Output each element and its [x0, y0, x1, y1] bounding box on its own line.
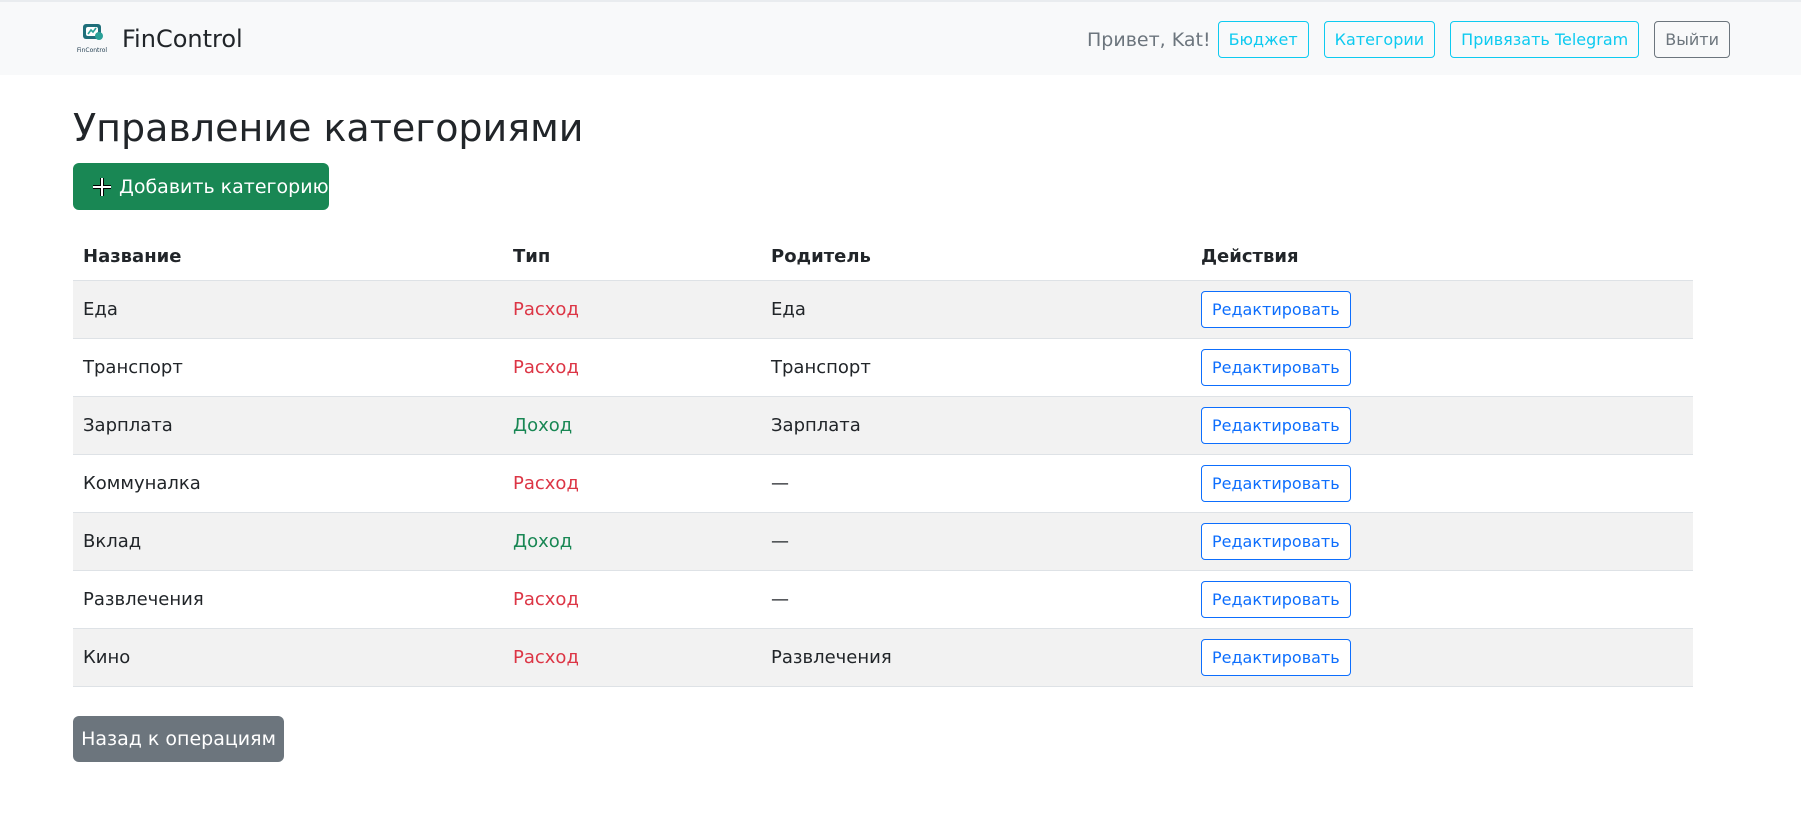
category-type: Доход: [503, 512, 761, 571]
table-header-row: Название Тип Родитель Действия: [73, 232, 1693, 281]
category-parent: Развлечения: [761, 628, 1191, 687]
table-row: Вклад Доход — Редактировать: [73, 512, 1693, 571]
category-actions: Редактировать: [1191, 338, 1693, 397]
table-row: Еда Расход Еда Редактировать: [73, 280, 1693, 339]
category-parent: Еда: [761, 280, 1191, 339]
category-actions: Редактировать: [1191, 454, 1693, 513]
back-to-operations-button[interactable]: Назад к операциям: [73, 716, 284, 762]
edit-category-button[interactable]: Редактировать: [1201, 407, 1351, 444]
category-type: Расход: [503, 280, 761, 339]
edit-category-button[interactable]: Редактировать: [1201, 465, 1351, 502]
category-parent: —: [761, 454, 1191, 513]
header-name: Название: [73, 232, 503, 281]
add-category-label: Добавить категорию: [119, 175, 329, 198]
table-row: Кино Расход Развлечения Редактировать: [73, 628, 1693, 687]
edit-category-button[interactable]: Редактировать: [1201, 291, 1351, 328]
table-row: Транспорт Расход Транспорт Редактировать: [73, 338, 1693, 397]
category-parent: Транспорт: [761, 338, 1191, 397]
user-greeting: Привет, Kat!: [1087, 28, 1211, 51]
svg-text:FinControl: FinControl: [77, 47, 108, 54]
category-type: Расход: [503, 454, 761, 513]
navbar-actions: Привет, Kat! Бюджет Категории Привязать …: [1087, 21, 1730, 58]
category-name: Вклад: [73, 512, 503, 571]
brand-name: FinControl: [122, 25, 243, 53]
category-parent: —: [761, 512, 1191, 571]
category-name: Еда: [73, 280, 503, 339]
category-type: Расход: [503, 570, 761, 629]
categories-button[interactable]: Категории: [1323, 21, 1436, 58]
category-name: Транспорт: [73, 338, 503, 397]
table-row: Развлечения Расход — Редактировать: [73, 570, 1693, 629]
header-actions: Действия: [1191, 232, 1693, 281]
category-actions: Редактировать: [1191, 396, 1693, 455]
category-type: Расход: [503, 628, 761, 687]
table-row: Коммуналка Расход — Редактировать: [73, 454, 1693, 513]
edit-category-button[interactable]: Редактировать: [1201, 349, 1351, 386]
add-category-button[interactable]: Добавить категорию: [73, 163, 329, 210]
category-actions: Редактировать: [1191, 280, 1693, 339]
table-row: Зарплата Доход Зарплата Редактировать: [73, 396, 1693, 455]
category-name: Развлечения: [73, 570, 503, 629]
page-title: Управление категориями: [73, 106, 584, 150]
budget-button[interactable]: Бюджет: [1217, 21, 1309, 58]
category-actions: Редактировать: [1191, 570, 1693, 629]
category-type: Доход: [503, 396, 761, 455]
category-name: Кино: [73, 628, 503, 687]
category-actions: Редактировать: [1191, 628, 1693, 687]
category-parent: —: [761, 570, 1191, 629]
header-parent: Родитель: [761, 232, 1191, 281]
logout-button[interactable]: Выйти: [1654, 21, 1730, 58]
category-parent: Зарплата: [761, 396, 1191, 455]
category-actions: Редактировать: [1191, 512, 1693, 571]
header-type: Тип: [503, 232, 761, 281]
fincontrol-logo-icon: FinControl: [76, 22, 108, 56]
category-type: Расход: [503, 338, 761, 397]
plus-icon: [91, 176, 113, 198]
category-name: Коммуналка: [73, 454, 503, 513]
edit-category-button[interactable]: Редактировать: [1201, 581, 1351, 618]
edit-category-button[interactable]: Редактировать: [1201, 639, 1351, 676]
navbar: FinControl FinControl Привет, Kat! Бюдже…: [0, 0, 1801, 75]
category-name: Зарплата: [73, 396, 503, 455]
brand-link[interactable]: FinControl FinControl: [76, 22, 243, 56]
link-telegram-button[interactable]: Привязать Telegram: [1450, 21, 1640, 58]
edit-category-button[interactable]: Редактировать: [1201, 523, 1351, 560]
categories-table: Название Тип Родитель Действия Еда Расход…: [73, 232, 1693, 687]
